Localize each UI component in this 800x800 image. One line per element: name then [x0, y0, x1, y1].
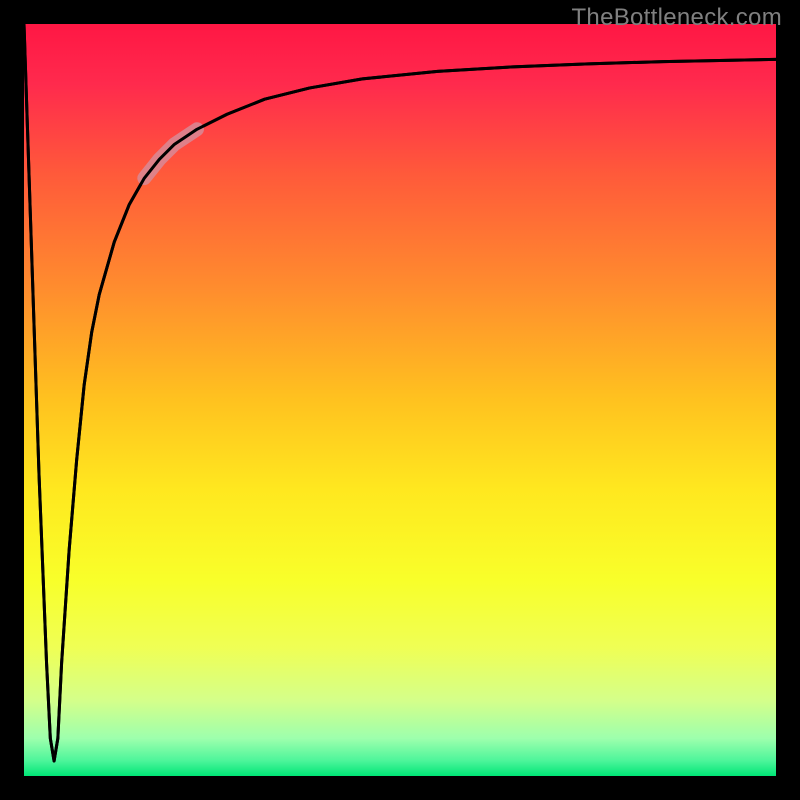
chart-container: TheBottleneck.com — [0, 0, 800, 800]
plot-area — [24, 24, 776, 776]
chart-svg — [24, 24, 776, 776]
watermark-text: TheBottleneck.com — [571, 4, 782, 32]
gradient-background — [24, 24, 776, 776]
